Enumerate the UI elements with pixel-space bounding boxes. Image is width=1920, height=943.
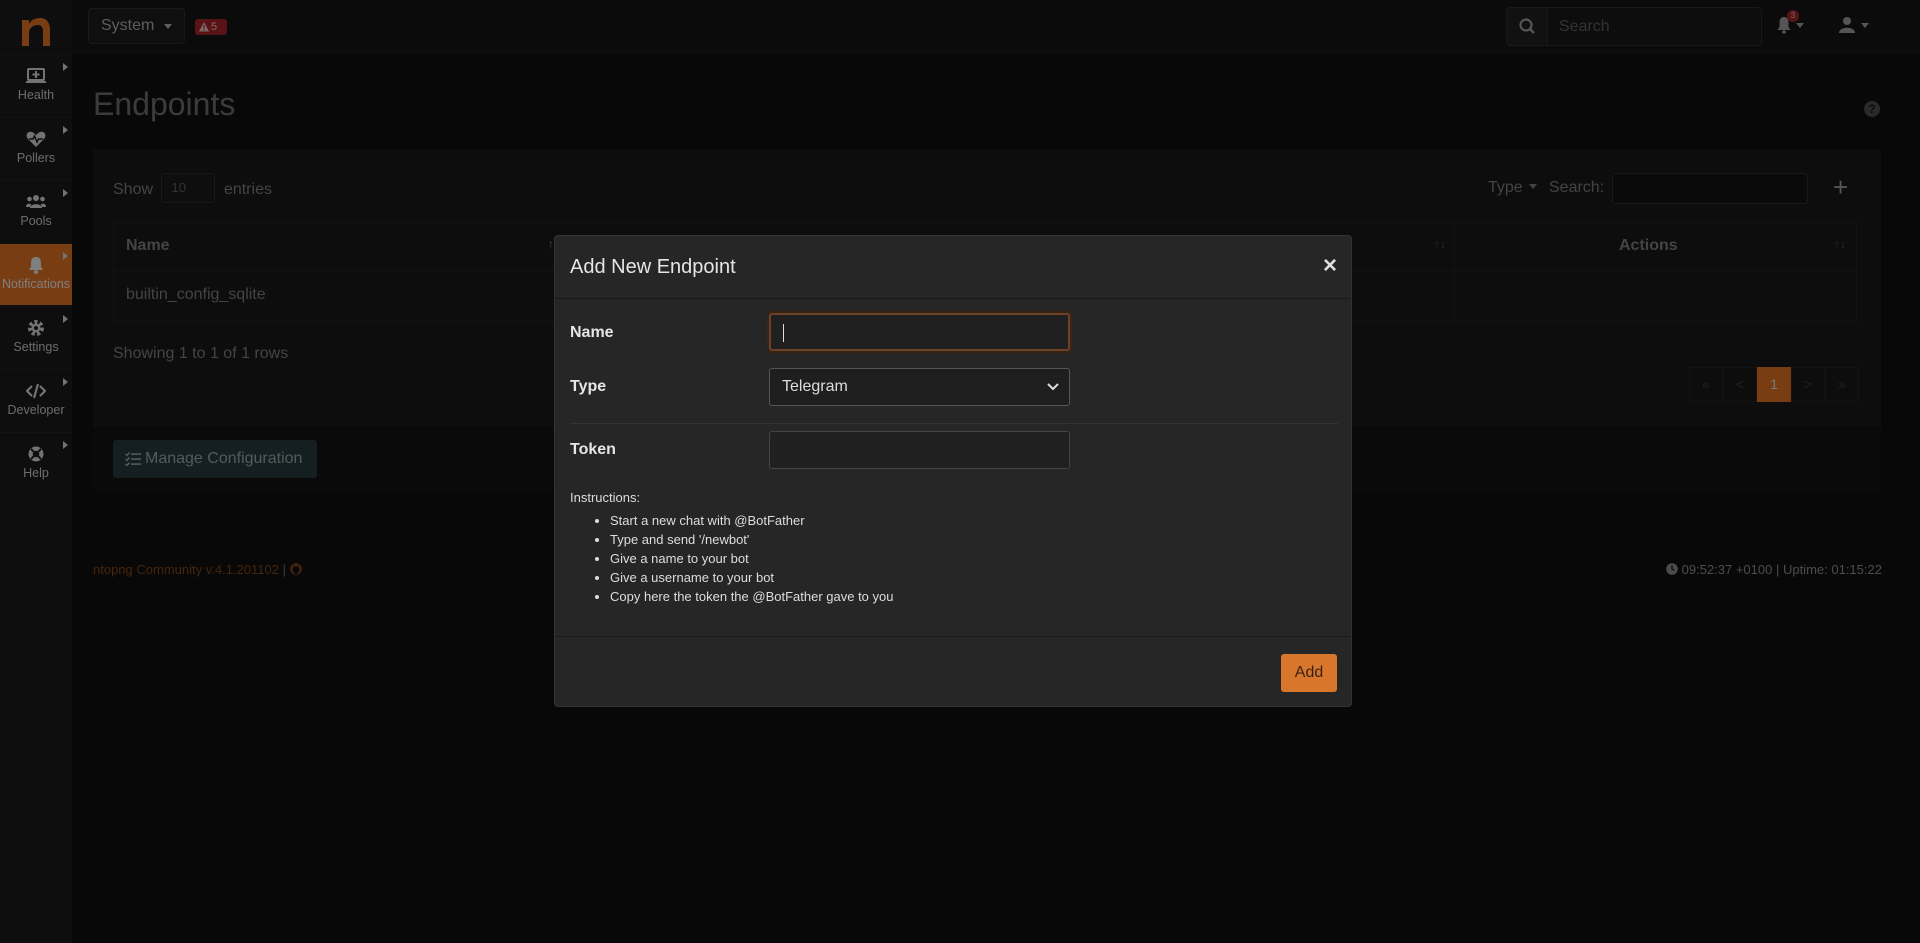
name-label: Name — [570, 324, 614, 341]
modal-footer-divider — [555, 636, 1351, 637]
instructions-list: Start a new chat with @BotFather Type an… — [570, 511, 893, 606]
instructions-title: Instructions: — [570, 490, 641, 505]
chevron-down-icon — [1047, 383, 1059, 391]
type-select-value: Telegram — [782, 378, 848, 395]
add-button[interactable]: Add — [1281, 654, 1337, 692]
instruction-item: Copy here the token the @BotFather gave … — [610, 587, 893, 606]
type-label: Type — [570, 378, 607, 395]
instruction-item: Give a name to your bot — [610, 549, 893, 568]
instruction-item: Type and send '/newbot' — [610, 530, 893, 549]
name-field[interactable] — [769, 313, 1070, 351]
modal-header-divider — [555, 298, 1351, 299]
close-icon[interactable]: × — [1323, 252, 1337, 280]
token-field[interactable] — [769, 431, 1070, 469]
text-cursor — [783, 324, 784, 342]
token-label: Token — [570, 441, 616, 458]
form-divider — [570, 423, 1338, 424]
instruction-item: Start a new chat with @BotFather — [610, 511, 893, 530]
instructions: Instructions: Start a new chat with @Bot… — [570, 490, 893, 606]
instruction-item: Give a username to your bot — [610, 568, 893, 587]
type-select[interactable]: Telegram — [769, 368, 1070, 406]
modal-title: Add New Endpoint — [570, 256, 736, 278]
add-endpoint-modal: Add New Endpoint × Name Type Telegram To… — [554, 235, 1352, 707]
